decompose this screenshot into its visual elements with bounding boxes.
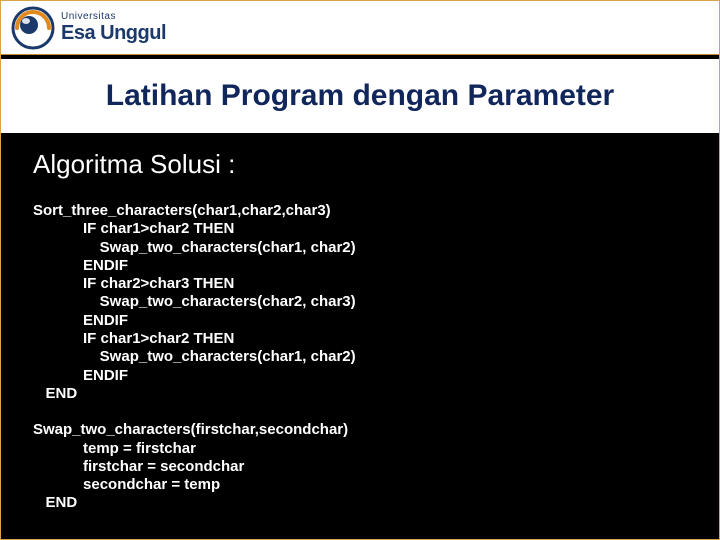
code-block-1: Sort_three_characters(char1,char2,char3)… bbox=[33, 202, 695, 403]
content-area: Algoritma Solusi : Sort_three_characters… bbox=[33, 141, 695, 527]
subtitle: Algoritma Solusi : bbox=[33, 149, 695, 180]
header-band: Universitas Esa Unggul bbox=[1, 1, 719, 55]
slide-title: Latihan Program dengan Parameter bbox=[106, 79, 614, 113]
university-label: Universitas bbox=[61, 12, 166, 22]
logo-text: Universitas Esa Unggul bbox=[61, 12, 166, 43]
logo: Universitas Esa Unggul bbox=[11, 6, 166, 50]
logo-mark-icon bbox=[11, 6, 55, 50]
brand-name: Esa Unggul bbox=[61, 23, 166, 43]
title-block: Latihan Program dengan Parameter bbox=[1, 59, 719, 133]
slide-container: Universitas Esa Unggul Latihan Program d… bbox=[0, 0, 720, 540]
code-block-2: Swap_two_characters(firstchar,secondchar… bbox=[33, 421, 695, 512]
